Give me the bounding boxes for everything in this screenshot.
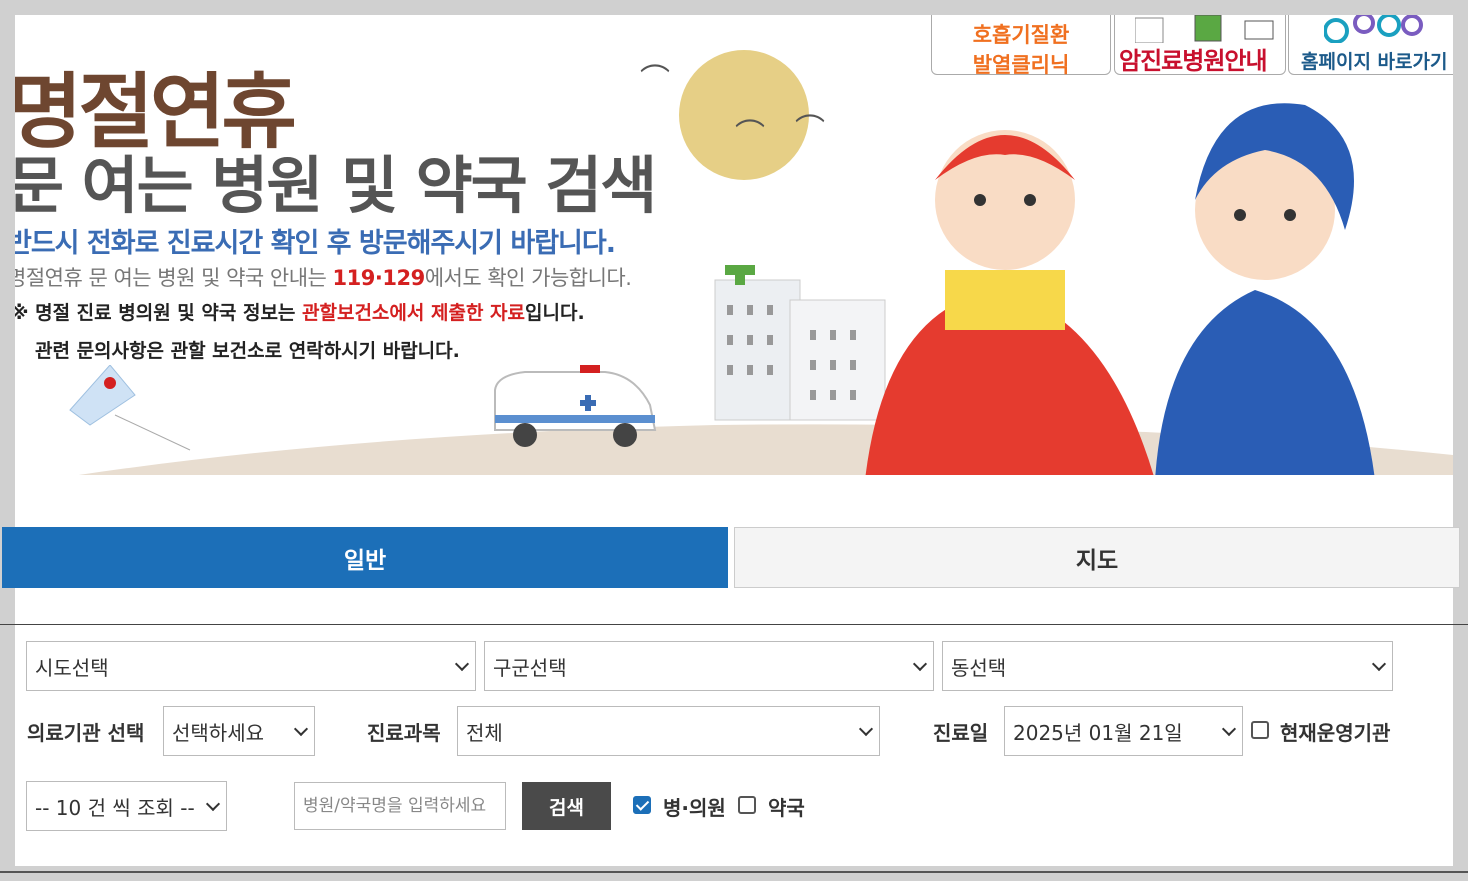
kite-illustration [69, 365, 191, 451]
gugun-select[interactable]: 구군선택 [484, 641, 934, 691]
page-size-select[interactable]: -- 10 건 씩 조회 -- [26, 781, 227, 831]
search-input[interactable] [294, 782, 506, 830]
institution-select[interactable]: 선택하세요 [163, 706, 315, 756]
tab-general[interactable]: 일반 [2, 527, 728, 588]
banner-subtitle: 문 여는 병원 및 약국 검색 [15, 149, 657, 222]
department-label: 진료과목 [367, 721, 441, 745]
banner-notice-call: 반드시 전화로 진료시간 확인 후 방문해주시기 바랍니다. [15, 228, 616, 259]
bottom-divider [0, 871, 1468, 873]
sido-select[interactable]: 시도선택 [26, 641, 476, 691]
dong-value: 동선택 [951, 655, 1007, 680]
date-select[interactable]: 2025년 01월 21일 [1004, 706, 1243, 756]
banner-notice-inquiry: 관련 문의사항은 관할 보건소로 연락하시기 바랍니다. [35, 340, 460, 362]
crane-icon: ⌒ [640, 63, 670, 98]
chevron-down-icon [912, 656, 928, 672]
date-label: 진료일 [933, 721, 989, 745]
crane-icon: ⌒ [795, 113, 825, 148]
chevron-down-icon [454, 656, 470, 672]
pharmacy-checkbox[interactable] [738, 796, 756, 814]
clinic-label-line1: 호흡기질환 [972, 23, 1070, 47]
homepage-link[interactable]: 홈페이지 바로가기 [1288, 15, 1453, 75]
sido-value: 시도선택 [35, 655, 109, 680]
respiratory-clinic-link[interactable]: 호흡기질환 발열클리닉 [931, 15, 1111, 77]
page-size-value: -- 10 건 씩 조회 -- [35, 795, 195, 820]
clinic-label-line2: 발열클리닉 [972, 53, 1070, 77]
crane-icon: ⌒ [735, 118, 765, 153]
hospital-icons [1135, 15, 1274, 43]
gugun-value: 구군선택 [493, 655, 567, 680]
department-select[interactable]: 전체 [457, 706, 880, 756]
chevron-down-icon [1371, 656, 1387, 672]
department-value: 전체 [466, 720, 503, 745]
search-button[interactable]: 검색 [522, 782, 611, 830]
tab-map[interactable]: 지도 [734, 527, 1460, 588]
cancer-hospital-link[interactable]: 암진료병원안내 [1114, 15, 1286, 75]
hospital-checkbox[interactable] [633, 796, 651, 814]
banner-notice-119: 명절연휴 문 여는 병원 및 약국 안내는 119·129에서도 확인 가능합니… [15, 262, 632, 292]
chevron-down-icon [1221, 721, 1237, 737]
notice-text: ※ 명절 진료 병의원 및 약국 정보는 [15, 302, 303, 324]
dong-select[interactable]: 동선택 [942, 641, 1393, 691]
notice-text: 에서도 확인 가능합니다. [424, 266, 632, 290]
homepage-logo-icon [1324, 15, 1423, 43]
banner-notice-source: ※ 명절 진료 병의원 및 약국 정보는 관할보건소에서 제출한 자료입니다. [15, 298, 585, 325]
operating-now-checkbox[interactable] [1251, 721, 1269, 739]
pharmacy-checkbox-label: 약국 [768, 796, 805, 820]
institution-value: 선택하세요 [172, 720, 264, 745]
divider [0, 624, 1468, 625]
cancer-hospital-label: 암진료병원안내 [1119, 47, 1268, 75]
notice-text: 입니다. [525, 302, 585, 324]
chevron-down-icon [205, 796, 221, 812]
notice-highlight: 관할보건소에서 제출한 자료 [302, 302, 526, 324]
children-hanbok-illustration [865, 103, 1375, 475]
notice-phone-numbers: 119·129 [332, 266, 426, 290]
page: ⌒ ⌒ ⌒ 명절연휴 문 여는 병원 및 약국 검색 반드시 전화로 진료시간 … [0, 0, 1468, 881]
chevron-down-icon [293, 721, 309, 737]
homepage-label: 홈페이지 바로가기 [1301, 51, 1448, 73]
holiday-banner: ⌒ ⌒ ⌒ 명절연휴 문 여는 병원 및 약국 검색 반드시 전화로 진료시간 … [15, 15, 1453, 475]
date-value: 2025년 01월 21일 [1013, 720, 1183, 745]
chevron-down-icon [858, 721, 874, 737]
ambulance-illustration [494, 365, 657, 447]
hospital-checkbox-label: 병·의원 [663, 796, 726, 820]
content-panel: ⌒ ⌒ ⌒ 명절연휴 문 여는 병원 및 약국 검색 반드시 전화로 진료시간 … [0, 15, 1468, 873]
institution-label: 의료기관 선택 [27, 721, 145, 745]
notice-text: 명절연휴 문 여는 병원 및 약국 안내는 [15, 266, 333, 290]
operating-now-label: 현재운영기관 [1280, 721, 1391, 745]
